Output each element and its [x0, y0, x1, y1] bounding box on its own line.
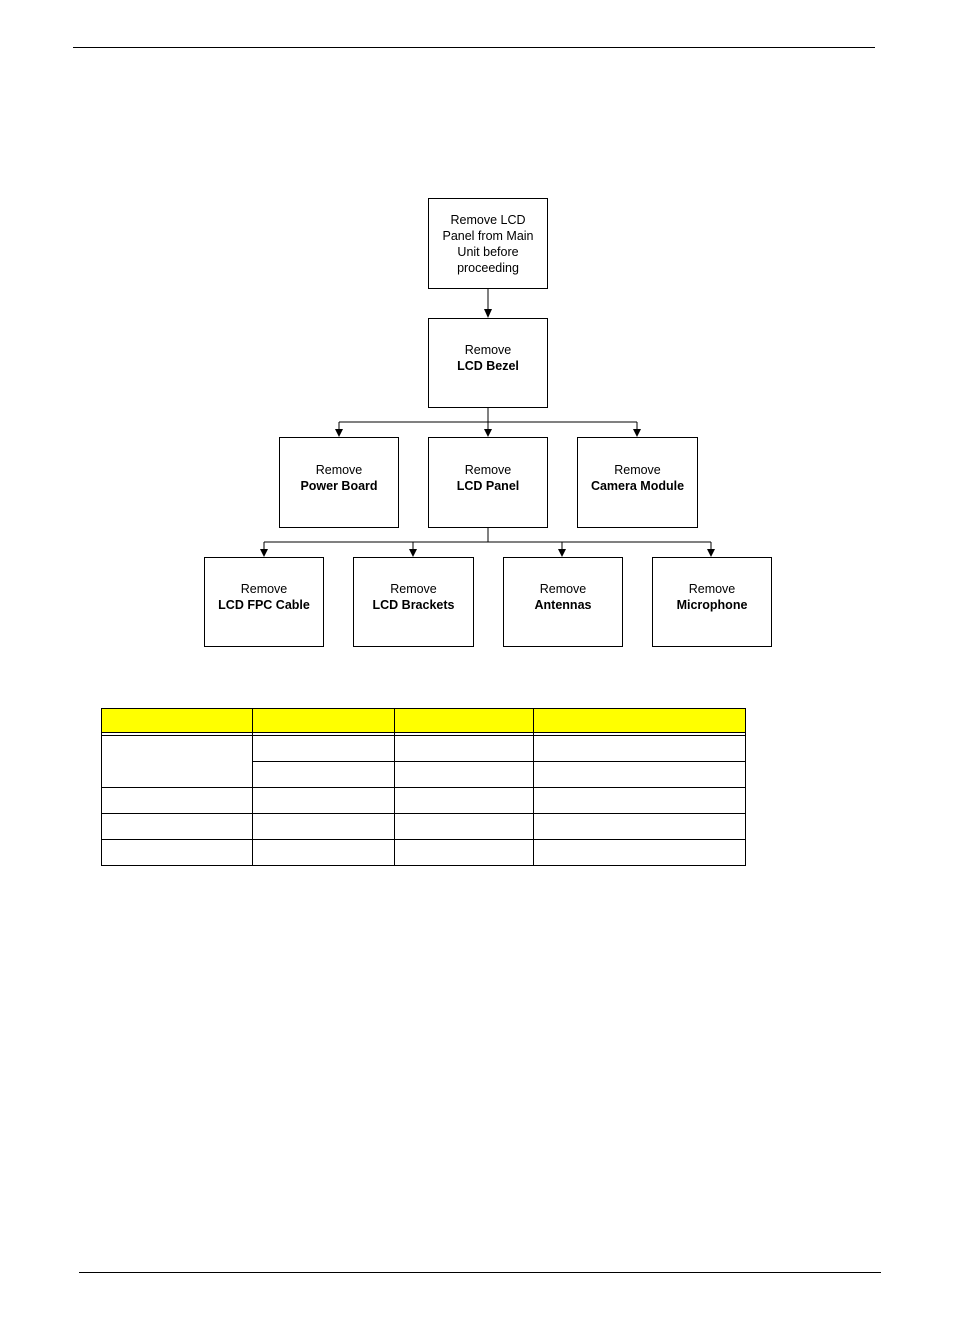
step-remove-antennas: Remove Antennas	[503, 557, 623, 647]
header-cell	[394, 708, 534, 733]
table-cell	[533, 761, 746, 788]
step-item: LCD Panel	[456, 478, 520, 493]
step-verb: Remove	[539, 582, 587, 596]
table-row	[101, 839, 746, 866]
arrow-head	[707, 549, 715, 557]
arrow-head	[335, 429, 343, 437]
step-verb: Remove	[614, 462, 661, 477]
step-item: LCD Bezel	[457, 359, 519, 373]
table-row	[101, 813, 746, 840]
footer-rule	[79, 1272, 881, 1273]
table-cell	[252, 761, 395, 788]
table-header-row	[101, 708, 746, 733]
step-remove-lcd-from-main-unit: Remove LCD Panel from Main Unit before p…	[428, 198, 548, 289]
table-cell	[252, 735, 395, 762]
step-verb: Remove	[464, 343, 512, 357]
step-remove-camera-module: Remove Camera Module	[577, 437, 698, 528]
header-cell	[252, 708, 395, 733]
step-remove-lcd-fpc-cable: Remove LCD FPC Cable	[204, 557, 324, 647]
arrow-head	[484, 309, 492, 318]
step-item: Power Board	[300, 478, 378, 493]
table-cell	[101, 787, 253, 814]
table-cell	[394, 813, 534, 840]
step-item: LCD FPC Cable	[218, 598, 310, 612]
table-cell	[101, 839, 253, 866]
screw-table	[101, 708, 746, 866]
table-cell	[394, 787, 534, 814]
step-text: Panel from Main	[442, 228, 534, 243]
arrow-head	[409, 549, 417, 557]
table-cell	[101, 813, 253, 840]
step-verb: Remove	[240, 582, 288, 596]
step-remove-lcd-bezel: Remove LCD Bezel	[428, 318, 548, 408]
step-item: Antennas	[534, 598, 592, 612]
table-cell	[394, 839, 534, 866]
step-remove-lcd-brackets: Remove LCD Brackets	[353, 557, 474, 647]
step-remove-microphone: Remove Microphone	[652, 557, 772, 647]
table-cell	[252, 839, 395, 866]
table-cell	[533, 813, 746, 840]
table-row	[101, 735, 746, 788]
header-cell	[533, 708, 746, 733]
step-verb: Remove	[315, 462, 363, 477]
table-cell	[533, 839, 746, 866]
arrow-head	[260, 549, 268, 557]
document-page: Remove LCD Panel from Main Unit before p…	[0, 0, 954, 1336]
table-cell	[533, 787, 746, 814]
arrow-head	[484, 429, 492, 437]
step-verb: Remove	[464, 462, 512, 477]
step-remove-power-board: Remove Power Board	[279, 437, 399, 528]
table-cell	[394, 761, 534, 788]
header-cell	[101, 708, 253, 733]
step-remove-lcd-panel: Remove LCD Panel	[428, 437, 548, 528]
step-item: LCD Brackets	[372, 598, 455, 612]
table-cell	[101, 735, 253, 788]
table-cell	[394, 735, 534, 762]
table-row	[101, 787, 746, 814]
step-text: Remove LCD	[450, 212, 526, 227]
table-cell	[533, 735, 746, 762]
arrow-head	[633, 429, 641, 437]
table-cell	[252, 787, 395, 814]
step-text: proceeding	[457, 260, 519, 275]
step-verb: Remove	[688, 582, 736, 596]
step-item: Microphone	[676, 598, 748, 612]
step-verb: Remove	[390, 582, 437, 596]
step-item: Camera Module	[590, 478, 685, 493]
step-text: Unit before	[457, 244, 519, 259]
table-cell	[252, 813, 395, 840]
arrow-head	[558, 549, 566, 557]
